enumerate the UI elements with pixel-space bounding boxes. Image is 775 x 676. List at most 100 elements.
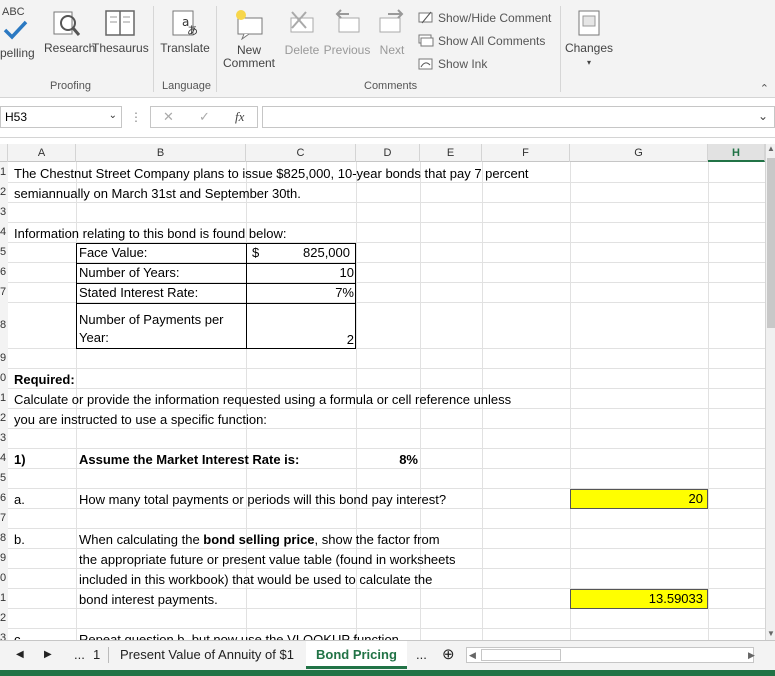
row-header[interactable]: 5 (0, 468, 8, 488)
translate-button[interactable]: aあ Translate (160, 8, 210, 55)
column-header-h[interactable]: H (708, 144, 765, 162)
new-comment-button[interactable]: New Comment (220, 8, 278, 70)
row-header[interactable]: 0 (0, 368, 8, 388)
column-header-g[interactable]: G (570, 144, 708, 162)
formula-input[interactable]: ⌄ (262, 106, 775, 128)
scroll-thumb[interactable] (767, 158, 775, 328)
svg-text:あ: あ (187, 24, 198, 37)
previous-comment-button[interactable]: Previous (322, 8, 372, 57)
cancel-icon[interactable]: ✕ (163, 109, 174, 125)
spelling-button[interactable]: ABC (2, 6, 42, 41)
answer-a-cell[interactable]: 20 (570, 489, 708, 509)
delete-comment-button[interactable]: Delete (282, 8, 322, 57)
row-header[interactable]: 6 (0, 488, 8, 508)
chevron-down-icon[interactable]: ⌄ (758, 109, 768, 123)
name-box[interactable]: H53 ⌄ (0, 106, 122, 128)
tab-number[interactable]: 1 (93, 641, 100, 669)
column-header-b[interactable]: B (76, 144, 246, 162)
payments-value[interactable]: 2 (246, 330, 354, 350)
row-headers: 12345678901234567890123 (0, 162, 8, 644)
thesaurus-button[interactable]: Thesaurus (92, 8, 149, 55)
add-sheet-icon[interactable]: ⊕ (442, 641, 455, 669)
column-header-e[interactable]: E (420, 144, 482, 162)
thesaurus-icon (105, 10, 135, 36)
row-header[interactable]: 5 (0, 242, 8, 262)
show-all-comments-button[interactable]: Show All Comments (418, 34, 545, 48)
row-header[interactable]: 7 (0, 508, 8, 528)
question-b-text: , show the factor from (314, 532, 440, 547)
intro-line-2: semiannually on March 31st and September… (14, 186, 301, 201)
column-header-a[interactable]: A (8, 144, 76, 162)
group-comments-label: Comments (364, 80, 418, 92)
stated-rate-value[interactable]: 7% (246, 283, 354, 303)
column-header-d[interactable]: D (356, 144, 420, 162)
show-hide-comment-icon (418, 11, 433, 24)
row-header[interactable]: 2 (0, 182, 8, 202)
show-ink-button[interactable]: Show Ink (418, 57, 487, 71)
insert-function-icon[interactable]: fx (235, 109, 244, 125)
face-value-label: Face Value: (79, 245, 148, 260)
spelling-label[interactable]: pelling (0, 47, 35, 60)
column-gridline (708, 162, 709, 640)
question-b-bold: bond selling price (203, 532, 315, 547)
collapse-ribbon-icon[interactable]: ⌃ (760, 82, 769, 95)
changes-button[interactable]: Changes ▾ (564, 8, 614, 69)
column-header-c[interactable]: C (246, 144, 356, 162)
new-comment-icon (236, 10, 263, 40)
years-value[interactable]: 10 (246, 263, 354, 283)
row-header[interactable]: 1 (0, 162, 8, 182)
scroll-tabs-left-icon[interactable]: ◀ (16, 641, 24, 669)
face-value[interactable]: 825,000 (246, 243, 350, 263)
row-header[interactable]: 1 (0, 388, 8, 408)
question-c-text: Repeat question b. but now use the VLOOK… (79, 632, 399, 640)
chevron-down-icon[interactable]: ⌄ (109, 110, 117, 121)
research-button[interactable]: Research (44, 8, 95, 55)
next-comment-button[interactable]: Next (374, 8, 410, 57)
formula-bar: H53 ⌄ ⋮ ✕ ✓ fx ⌄ (0, 98, 775, 138)
row-gridline (8, 528, 765, 529)
tab-present-value-annuity[interactable]: Present Value of Annuity of $1 (120, 641, 294, 669)
row-header[interactable]: 1 (0, 588, 8, 608)
row-header[interactable]: 6 (0, 262, 8, 282)
row-header[interactable]: 9 (0, 548, 8, 568)
scroll-right-icon[interactable]: ▶ (748, 647, 755, 663)
vertical-scrollbar[interactable]: ▲ ▼ (765, 144, 775, 640)
required-line-1: Calculate or provide the information req… (14, 392, 512, 407)
row-header[interactable]: 8 (0, 315, 8, 335)
scroll-down-icon[interactable]: ▼ (767, 629, 775, 638)
tab-bond-pricing[interactable]: Bond Pricing (306, 641, 407, 669)
row-header[interactable]: 9 (0, 348, 8, 368)
tabs-ellipsis-left[interactable]: ... (74, 641, 85, 669)
market-rate-label: Assume the Market Interest Rate is: (79, 452, 300, 467)
group-proofing-label: Proofing (50, 80, 91, 92)
row-header[interactable]: 4 (0, 448, 8, 468)
thesaurus-label: Thesaurus (92, 41, 149, 55)
scroll-up-icon[interactable]: ▲ (767, 144, 775, 153)
row-header[interactable]: 3 (0, 202, 8, 222)
show-hide-comment-button[interactable]: Show/Hide Comment (418, 11, 551, 25)
question-b-letter: b. (14, 532, 25, 547)
answer-b-cell[interactable]: 13.59033 (570, 589, 708, 609)
horizontal-scrollbar[interactable]: ◀ (466, 647, 754, 663)
market-rate-value[interactable]: 8% (356, 450, 418, 470)
row-header[interactable]: 3 (0, 428, 8, 448)
row-header[interactable]: 0 (0, 568, 8, 588)
row-header[interactable]: 4 (0, 222, 8, 242)
enter-icon[interactable]: ✓ (199, 109, 210, 125)
info-heading: Information relating to this bond is fou… (14, 226, 287, 241)
h-scroll-thumb[interactable] (481, 649, 561, 661)
more-options-icon[interactable]: ⋮ (130, 110, 142, 124)
column-header-f[interactable]: F (482, 144, 570, 162)
row-header[interactable]: 7 (0, 282, 8, 302)
row-header[interactable]: 8 (0, 528, 8, 548)
row-header[interactable]: 2 (0, 408, 8, 428)
previous-label: Previous (323, 43, 371, 57)
select-all-corner[interactable] (0, 144, 8, 162)
row-header[interactable]: 2 (0, 608, 8, 628)
scroll-tabs-right-icon[interactable]: ▶ (44, 641, 52, 669)
ribbon-review-tab: ABC pelling Research Thesaurus aあ Transl… (0, 0, 775, 98)
table-divider (76, 303, 356, 304)
scroll-left-icon[interactable]: ◀ (469, 648, 476, 662)
tabs-ellipsis-right[interactable]: ... (416, 641, 427, 669)
stated-rate-label: Stated Interest Rate: (79, 285, 199, 300)
